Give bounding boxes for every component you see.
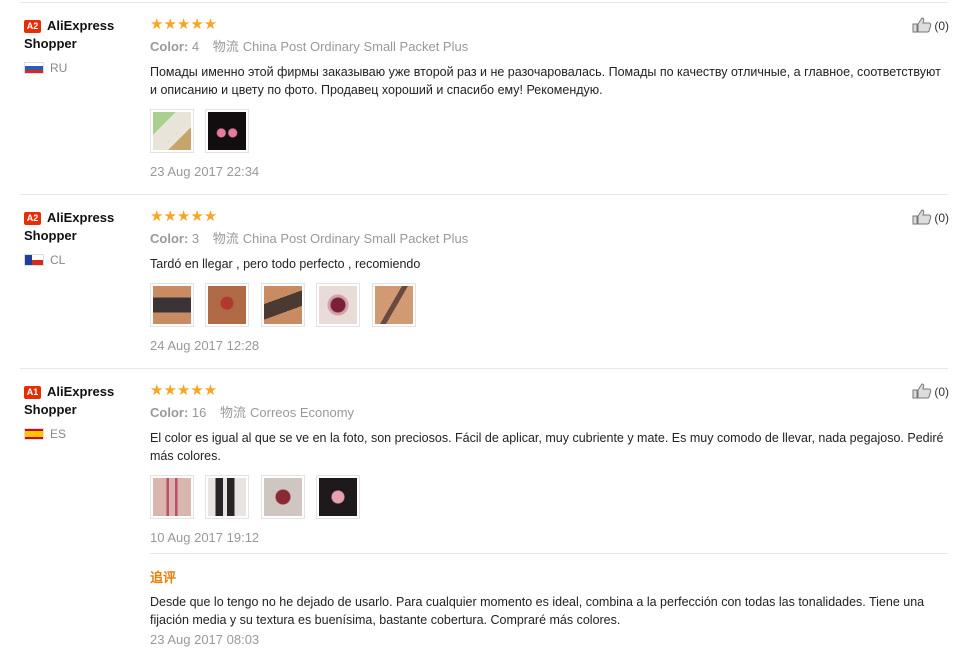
buyer-level-badge: A2 <box>24 212 41 225</box>
country-flag-icon <box>24 428 44 440</box>
helpful-button[interactable]: (0) <box>912 209 949 226</box>
review-text: El color es igual al que se ve en la fot… <box>150 431 944 463</box>
review-photos <box>150 283 950 327</box>
reviewer-info: A2 AliExpress Shopper RU <box>24 17 134 75</box>
country-flag-icon <box>24 254 44 266</box>
review-photo[interactable] <box>205 283 250 327</box>
color-label: Color: <box>150 405 189 420</box>
followup-divider <box>150 553 948 554</box>
review-divider <box>20 368 948 369</box>
review-body: ★★★★★ Color: 4 物流 China Post Ordinary Sma… <box>150 17 950 179</box>
order-info: Color: 4 物流 China Post Ordinary Small Pac… <box>150 39 950 55</box>
reviewer-country: RU <box>50 61 68 75</box>
review-date: 24 Aug 2017 12:28 <box>150 338 260 353</box>
review-photos <box>150 475 950 519</box>
followup-date: 23 Aug 2017 08:03 <box>150 632 260 647</box>
helpful-count: (0) <box>934 385 949 399</box>
review-photo[interactable] <box>316 283 361 327</box>
review-text: Помады именно этой фирмы заказываю уже в… <box>150 65 941 97</box>
country-flag-icon <box>24 62 44 74</box>
review-photo[interactable] <box>260 283 305 327</box>
top-divider <box>20 2 948 3</box>
color-value: 16 <box>191 405 207 420</box>
review-photo[interactable] <box>150 475 194 519</box>
helpful-button[interactable]: (0) <box>912 17 949 34</box>
buyer-level-badge: A1 <box>24 386 41 399</box>
followup-text: Desde que lo tengo no he dejado de usarl… <box>150 595 925 627</box>
review-photo[interactable] <box>205 109 250 153</box>
review-photo[interactable] <box>316 475 361 519</box>
thumbs-up-icon <box>912 383 932 399</box>
reviewer-info: A2 AliExpress Shopper CL <box>24 209 134 267</box>
helpful-count: (0) <box>934 211 949 225</box>
order-info: Color: 3 物流 China Post Ordinary Small Pac… <box>150 231 950 247</box>
order-info: Color: 16 物流 Correos Economy <box>150 405 950 421</box>
buyer-level-badge: A2 <box>24 20 41 33</box>
review-body: ★★★★★ Color: 3 物流 China Post Ordinary Sma… <box>150 209 950 353</box>
review-photo[interactable] <box>150 109 194 153</box>
helpful-count: (0) <box>934 19 949 33</box>
review-photo[interactable] <box>260 475 305 519</box>
review-photo[interactable] <box>371 283 416 327</box>
shipping-label: 物流 <box>220 405 247 420</box>
helpful-button[interactable]: (0) <box>912 383 949 400</box>
review-text: Tardó en llegar , pero todo perfecto , r… <box>150 257 421 271</box>
review-body: ★★★★★ Color: 16 物流 Correos Economy El col… <box>150 383 950 545</box>
shipping-label: 物流 <box>212 39 239 54</box>
review-photo[interactable] <box>205 475 250 519</box>
shipping-method: Correos Economy <box>250 405 355 420</box>
color-label: Color: <box>150 231 189 246</box>
followup-label: 追评 <box>150 570 177 585</box>
color-value: 4 <box>191 39 200 54</box>
star-rating: ★★★★★ <box>150 208 218 225</box>
star-rating: ★★★★★ <box>150 382 218 399</box>
shipping-label: 物流 <box>212 231 239 246</box>
review-date: 23 Aug 2017 22:34 <box>150 164 260 179</box>
color-label: Color: <box>150 39 189 54</box>
review-divider <box>20 194 948 195</box>
shipping-method: China Post Ordinary Small Packet Plus <box>242 39 469 54</box>
reviewer-country: CL <box>50 253 66 267</box>
shipping-method: China Post Ordinary Small Packet Plus <box>242 231 469 246</box>
review-photo[interactable] <box>150 283 194 327</box>
thumbs-up-icon <box>912 209 932 225</box>
reviewer-country: ES <box>50 427 67 441</box>
review-photos <box>150 109 950 153</box>
reviewer-info: A1 AliExpress Shopper ES <box>24 383 134 441</box>
thumbs-up-icon <box>912 17 932 33</box>
star-rating: ★★★★★ <box>150 16 218 33</box>
review-date: 10 Aug 2017 19:12 <box>150 530 260 545</box>
color-value: 3 <box>191 231 200 246</box>
